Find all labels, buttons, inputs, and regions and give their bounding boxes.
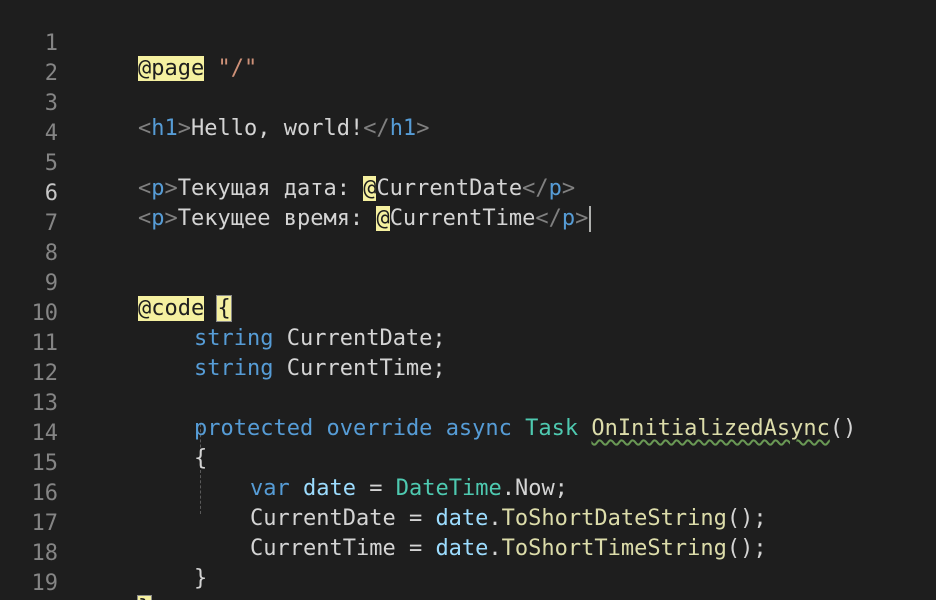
code-line-3[interactable]: 3 <h1>Hello, world!</h1> — [0, 64, 936, 141]
code-line-14[interactable]: 14 { — [0, 394, 936, 471]
code-line-2[interactable]: 2 — [0, 34, 936, 86]
code-text[interactable]: } — [136, 594, 153, 600]
code-line-6[interactable]: 6 <p>Текущее время: @CurrentTime</p> — [0, 154, 936, 232]
code-line-18[interactable]: 18 } — [0, 514, 936, 591]
code-line-5[interactable]: 5 <p>Текущая дата: @CurrentDate</p> — [0, 124, 936, 201]
code-line-4[interactable]: 4 — [0, 94, 936, 146]
code-block-brace: } — [136, 595, 153, 600]
code-line-9[interactable]: 9 @code { — [0, 244, 936, 322]
code-line-16[interactable]: 16 CurrentDate = date.ToShortDateString(… — [0, 454, 936, 531]
code-line-1[interactable]: 1 @page "/" — [0, 4, 936, 81]
code-line-12[interactable]: 12 — [0, 334, 936, 386]
code-line-10[interactable]: 10 string CurrentDate; — [0, 274, 936, 351]
code-line-8[interactable]: 8 — [0, 214, 936, 266]
code-line-13[interactable]: 13 protected override async Task OnIniti… — [0, 364, 936, 441]
code-editor[interactable]: 1 @page "/" 2 3 <h1>Hello, world!</h1> 4… — [0, 0, 936, 600]
code-line-11[interactable]: 11 string CurrentTime; — [0, 304, 936, 381]
code-line-19[interactable]: 19 } — [0, 544, 936, 600]
code-line-15[interactable]: 15 var date = DateTime.Now; — [0, 424, 936, 501]
line-number: 19 — [31, 571, 59, 596]
code-line-17[interactable]: 17 CurrentTime = date.ToShortTimeString(… — [0, 484, 936, 561]
code-line-7[interactable]: 7 — [0, 184, 936, 236]
